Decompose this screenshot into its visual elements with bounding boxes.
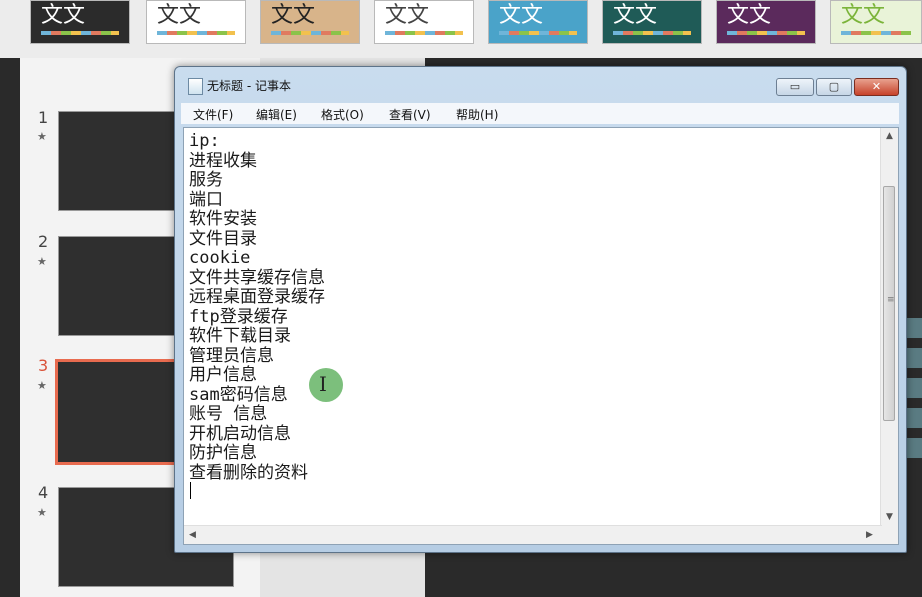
text-line: 用户信息 [189,365,257,385]
size-grip [881,526,898,544]
text-editor[interactable]: ip: 进程收集 服务 端口 软件安装 文件目录 cookie 文件共享缓存信息… [183,127,899,545]
scroll-down-icon[interactable]: ▼ [881,509,898,526]
theme-thumbnail[interactable]: 文文 [30,0,130,44]
menu-file[interactable]: 文件(F) [193,106,233,123]
notepad-icon [188,78,203,95]
theme-label: 文文 [499,3,544,28]
theme-thumbnail[interactable]: 文文 [374,0,474,44]
text-line: 管理员信息 [189,345,274,366]
text-line: ip: [189,131,220,151]
vertical-scroll-thumb[interactable]: ≡ [883,186,895,421]
scroll-up-icon[interactable]: ▲ [881,128,898,145]
menu-view[interactable]: 查看(V) [389,106,431,123]
menu-edit[interactable]: 编辑(E) [256,106,297,123]
ibeam-cursor-icon: I [319,372,327,396]
slide-number: 4 [38,483,49,502]
text-line: ftp登录缓存 [189,306,288,327]
text-line: 查看删除的资料 [189,462,308,483]
maximize-button[interactable]: ▢ [816,78,852,96]
theme-label: 文文 [385,3,430,28]
text-line: 端口 [189,189,223,210]
close-button[interactable]: ✕ [854,78,899,96]
menu-bar: 文件(F) 编辑(E) 格式(O) 查看(V) 帮助(H) [181,103,899,124]
text-line: cookie [189,248,251,268]
text-line: 远程桌面登录缓存 [189,287,325,307]
theme-label: 文文 [613,3,658,28]
scroll-left-icon[interactable]: ◀ [184,526,201,544]
scroll-right-icon[interactable]: ▶ [861,526,878,544]
background-stripe [906,318,922,338]
text-line: 文件共享缓存信息 [189,267,325,288]
minimize-button[interactable]: ▭ [776,78,814,96]
text-line: 文件目录 [189,228,257,249]
theme-label: 文文 [157,3,202,28]
slide-number: 1 [38,108,49,127]
theme-label: 文文 [841,3,886,28]
text-line: 账号 信息 [189,404,268,424]
text-line: 软件安装 [189,209,257,229]
text-line: 进程收集 [189,150,257,171]
vertical-scrollbar[interactable]: ▲ ≡ ▼ [880,128,898,526]
theme-thumbnail[interactable]: 文文 [146,0,246,44]
text-line: 软件下载目录 [189,326,291,346]
text-caret [190,482,191,499]
slide-star-icon: ★ [37,255,47,268]
slide-star-icon: ★ [37,130,47,143]
notepad-window: 无标题 - 记事本 ▭ ▢ ✕ 文件(F) 编辑(E) 格式(O) 查看(V) … [174,66,907,553]
theme-thumbnail[interactable]: 文文 [716,0,816,44]
text-line: 开机启动信息 [189,423,291,444]
theme-label: 文文 [41,3,86,28]
slide-number: 2 [38,232,49,251]
theme-thumbnail[interactable]: 文文 [830,0,922,44]
theme-gallery: 文文 文文 文文 文文 文文 文文 文文 文文 [0,0,922,59]
text-content: ip: 进程收集 服务 端口 软件安装 文件目录 cookie 文件共享缓存信息… [189,131,859,483]
theme-thumbnail[interactable]: 文文 [602,0,702,44]
slide-number: 3 [38,356,49,375]
slide-star-icon: ★ [37,379,47,392]
background-stripe [906,378,922,398]
slide-star-icon: ★ [37,506,47,519]
menu-help[interactable]: 帮助(H) [456,106,498,123]
background-stripe [906,408,922,428]
text-line: sam密码信息 [189,384,288,405]
theme-label: 文文 [271,3,316,28]
background-stripe [906,348,922,368]
background-stripe [906,438,922,458]
window-title: 无标题 - 记事本 [207,79,291,93]
text-line: 服务 [189,170,223,190]
theme-thumbnail[interactable]: 文文 [488,0,588,44]
theme-thumbnail[interactable]: 文文 [260,0,360,44]
theme-label: 文文 [727,3,772,28]
window-edge [0,58,20,597]
menu-format[interactable]: 格式(O) [321,106,364,123]
grip-icon: ≡ [887,295,895,305]
horizontal-scrollbar[interactable]: ◀ ▶ [184,525,882,544]
title-bar[interactable]: 无标题 - 记事本 ▭ ▢ ✕ [175,67,906,97]
text-line: 防护信息 [189,443,257,463]
